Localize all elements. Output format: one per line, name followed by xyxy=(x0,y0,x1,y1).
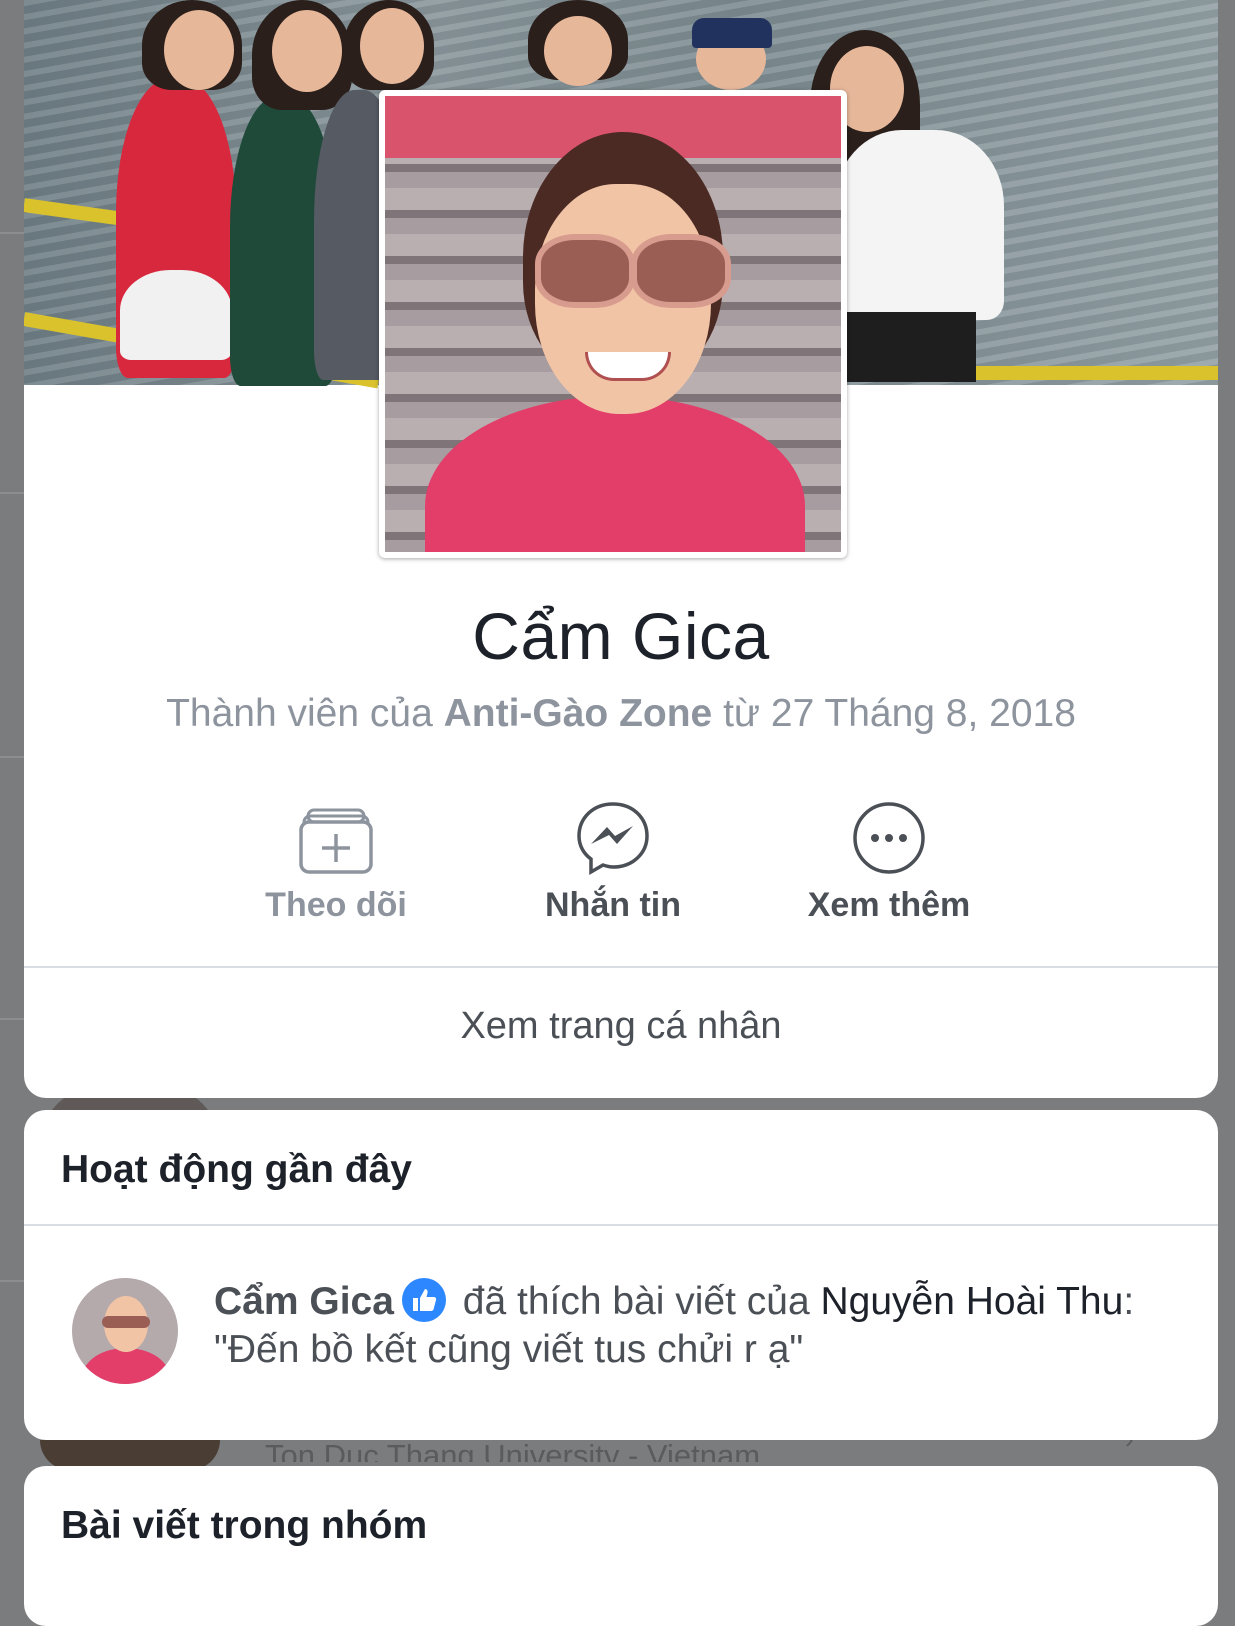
membership-info: Thành viên của Anti-Gào Zone từ 27 Tháng… xyxy=(24,692,1218,736)
cover-face xyxy=(544,16,612,86)
view-profile-button[interactable]: Xem trang cá nhân xyxy=(24,1005,1218,1048)
card-divider xyxy=(24,966,1218,968)
profile-name: Cẩm Gica xyxy=(472,599,770,673)
background-divider xyxy=(0,1280,24,1282)
cover-person xyxy=(846,312,976,382)
activity-verb: đã thích bài viết của xyxy=(462,1280,810,1323)
activity-item[interactable]: Cẩm Gica đã thích bài viết của Nguyễn Ho… xyxy=(214,1278,1174,1374)
activity-actor[interactable]: Cẩm Gica xyxy=(214,1280,394,1323)
membership-prefix: Thành viên của xyxy=(166,692,433,735)
cover-face xyxy=(360,8,424,84)
cover-face xyxy=(272,10,342,92)
section-divider xyxy=(24,1224,1218,1226)
cover-cap xyxy=(692,18,772,48)
group-name[interactable]: Anti-Gào Zone xyxy=(444,692,713,735)
message-button[interactable]: Nhắn tin xyxy=(513,800,713,925)
see-more-button[interactable]: Xem thêm xyxy=(789,800,989,925)
profile-actions: Theo dõi Nhắn tin Xem thêm xyxy=(24,800,1218,940)
background-divider xyxy=(0,756,24,758)
activity-avatar[interactable] xyxy=(72,1278,178,1384)
profile-picture[interactable] xyxy=(379,90,847,558)
messenger-icon xyxy=(577,802,649,876)
group-posts-section: Bài viết trong nhóm xyxy=(24,1466,1218,1626)
background-divider xyxy=(0,232,24,234)
follow-button[interactable]: Theo dõi xyxy=(236,800,436,925)
background-divider xyxy=(0,492,24,494)
background-divider xyxy=(0,1018,24,1020)
cover-face xyxy=(164,10,234,90)
profile-card: Cẩm Gica Thành viên của Anti-Gào Zone từ… xyxy=(24,0,1218,1098)
follow-label: Theo dõi xyxy=(265,886,407,924)
group-posts-title: Bài viết trong nhóm xyxy=(61,1504,428,1547)
cover-person xyxy=(834,130,1004,320)
message-label: Nhắn tin xyxy=(545,886,681,924)
recent-activity-section: Hoạt động gần đây Cẩm Gica đã thích bài … xyxy=(24,1110,1218,1440)
recent-activity-title: Hoạt động gần đây xyxy=(61,1148,412,1191)
cover-person xyxy=(120,270,232,360)
like-icon xyxy=(401,1278,446,1322)
more-icon xyxy=(853,802,925,874)
see-more-label: Xem thêm xyxy=(807,886,971,924)
follow-add-icon xyxy=(299,808,373,874)
membership-date: từ 27 Tháng 8, 2018 xyxy=(723,692,1076,735)
activity-target[interactable]: Nguyễn Hoài Thu xyxy=(821,1280,1124,1323)
